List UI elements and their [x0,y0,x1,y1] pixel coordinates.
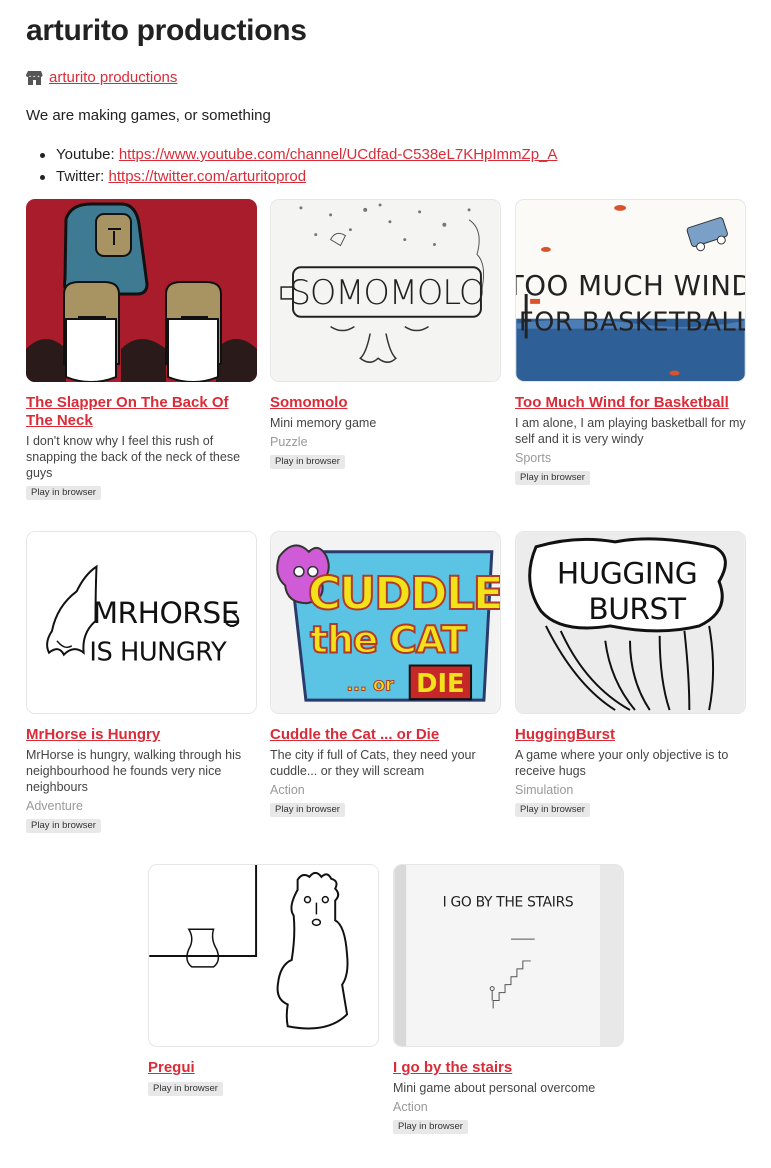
game-genre: Simulation [515,783,574,797]
byline: arturito productions [26,69,177,86]
game-thumbnail[interactable]: TOO MUCH WIND FOR BASKETBALL [515,199,746,382]
store-icon [26,70,43,85]
game-cell: HUGGING BURST HuggingBurst A game where … [515,531,746,817]
game-description: Mini game about personal overcome [393,1081,596,1095]
game-thumbnail[interactable]: SOMOMOLO [270,199,501,382]
game-thumbnail[interactable] [148,864,379,1047]
game-thumbnail[interactable]: HUGGING BURST [515,531,746,714]
twitter-link[interactable]: https://twitter.com/arturitoprod [109,168,307,185]
cover-text: SOMOMOLO [290,273,485,312]
game-title[interactable]: Somomolo [270,394,501,412]
game-description: A game where your only objective is to r… [515,748,729,778]
cuddle-cat-cover-art: CUDDLE the CAT ... or DIE [271,532,500,713]
game-thumbnail[interactable]: CUDDLE the CAT ... or DIE [270,531,501,714]
game-title[interactable]: Pregui [148,1059,379,1077]
cover-text: CUDDLE [308,567,500,620]
cover-text: MRHORSE [92,595,239,630]
game-title[interactable]: Cuddle the Cat ... or Die [270,726,501,744]
platform-badge: Play in browser [515,803,590,817]
game-title[interactable]: I go by the stairs [393,1059,624,1077]
game-title[interactable]: MrHorse is Hungry [26,726,257,744]
game-thumbnail[interactable]: I GO BY THE STAIRS [393,864,624,1047]
cover-text: HUGGING [557,555,697,590]
link-label: Youtube: [56,146,119,163]
game-genre: Sports [515,451,552,465]
game-cell: I GO BY THE STAIRS I go by the stairs Mi… [393,864,624,1134]
social-links: Youtube: https://www.youtube.com/channel… [39,144,558,188]
game-cell: Pregui Play in browser [148,864,379,1096]
cover-text: the CAT [310,618,467,662]
game-title[interactable]: HuggingBurst [515,726,746,744]
game-genre: Action [270,783,305,797]
game-cell: MRHORSE IS HUNGRY MrHorse is Hungry MrHo… [26,531,257,833]
platform-badge: Play in browser [270,803,345,817]
somomolo-cover-art: SOMOMOLO [271,200,500,381]
mrhorse-cover-art: MRHORSE IS HUNGRY [27,532,256,713]
game-cell: TOO MUCH WIND FOR BASKETBALL Too Much Wi… [515,199,746,485]
list-item: Youtube: https://www.youtube.com/channel… [39,144,558,166]
platform-badge: Play in browser [515,471,590,485]
list-item: Twitter: https://twitter.com/arturitopro… [39,166,557,188]
platform-badge: Play in browser [26,819,101,833]
youtube-link[interactable]: https://www.youtube.com/channel/UCdfad-C… [119,146,558,163]
game-genre: Action [393,1100,428,1114]
slapper-cover-art [26,199,257,382]
page-title: arturito productions [26,14,307,47]
huggingburst-cover-art: HUGGING BURST [516,532,745,713]
game-description: The city if full of Cats, they need your… [270,748,476,778]
cover-text: BURST [588,591,687,626]
game-genre: Puzzle [270,435,308,449]
cover-text: DIE [416,669,464,699]
studio-link[interactable]: arturito productions [49,69,177,86]
game-thumbnail[interactable]: MRHORSE IS HUNGRY [26,531,257,714]
cover-text: TOO MUCH WIND [516,269,745,302]
game-description: I don't know why I feel this rush of sna… [26,434,241,480]
studio-description: We are making games, or something [26,107,271,124]
platform-badge: Play in browser [270,455,345,469]
pregui-cover-art [149,865,378,1046]
cover-text: IS HUNGRY [89,638,227,668]
game-title[interactable]: Too Much Wind for Basketball [515,394,746,412]
game-description: Mini memory game [270,416,377,430]
cover-text: FOR BASKETBALL [519,308,745,338]
cover-text: I GO BY THE STAIRS [443,895,574,911]
game-cell: The Slapper On The Back Of The Neck I do… [26,199,257,500]
link-label: Twitter: [56,168,109,185]
game-description: MrHorse is hungry, walking through his n… [26,748,242,794]
game-cell: SOMOMOLO Somomolo Mini memory game Puzzl… [270,199,501,469]
stairs-cover-art: I GO BY THE STAIRS [394,865,623,1046]
platform-badge: Play in browser [393,1120,468,1134]
platform-badge: Play in browser [26,486,101,500]
platform-badge: Play in browser [148,1082,223,1096]
basketball-cover-art: TOO MUCH WIND FOR BASKETBALL [516,200,745,381]
game-cell: CUDDLE the CAT ... or DIE Cuddle the Cat… [270,531,501,817]
cover-text: ... or [346,674,394,695]
game-description: I am alone, I am playing basketball for … [515,416,746,446]
game-title[interactable]: The Slapper On The Back Of The Neck [26,394,257,430]
game-thumbnail[interactable] [26,199,257,382]
game-genre: Adventure [26,799,83,813]
